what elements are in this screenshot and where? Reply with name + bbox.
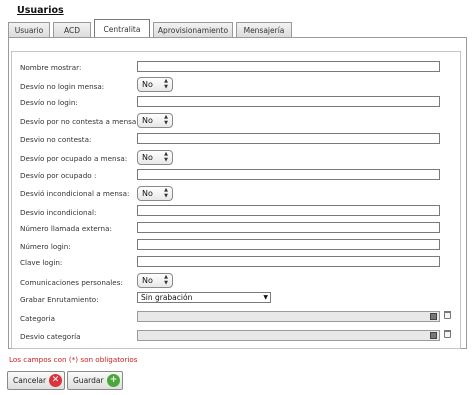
cancel-button-label: Cancelar xyxy=(13,376,47,385)
desvio-categoria-field xyxy=(137,330,440,341)
desvio-ocupado-mensa-select[interactable]: No ▲ ▼ xyxy=(137,150,173,165)
cancel-icon: ✕ xyxy=(49,374,62,387)
grabar-enrutamiento-select[interactable]: Sin grabación ▼ xyxy=(137,292,271,303)
nombre-mostrar-label: Nombre mostrar: xyxy=(20,63,82,72)
desvio-no-contesta-field[interactable] xyxy=(137,133,440,144)
clave-login-field[interactable] xyxy=(137,256,440,267)
desvio-no-login-mensa-select[interactable]: No ▲ ▼ xyxy=(137,77,173,92)
nombre-mostrar-field[interactable] xyxy=(137,61,440,72)
tab-aprovisionamiento[interactable]: Aprovisionamiento xyxy=(153,22,233,37)
categoria-label: Categoria xyxy=(20,314,55,323)
trash-icon[interactable] xyxy=(444,330,451,338)
trash-icon[interactable] xyxy=(444,311,451,319)
grabar-enrutamiento-value: Sin grabación xyxy=(141,293,193,302)
tab-centralita[interactable]: Centralita xyxy=(94,19,150,38)
page-title: Usuarios xyxy=(17,5,64,16)
save-button[interactable]: Guardar + xyxy=(67,371,123,390)
chevron-down-icon: ▼ xyxy=(263,294,268,301)
desvio-incondicional-mensa-value: No xyxy=(142,189,153,198)
stepper-icon: ▲ ▼ xyxy=(164,114,168,126)
tab-mensajeria[interactable]: Mensajería xyxy=(236,22,292,37)
categoria-field xyxy=(137,311,440,322)
save-button-label: Guardar xyxy=(73,376,104,385)
picker-icon[interactable] xyxy=(430,313,437,320)
stepper-icon: ▲ ▼ xyxy=(164,187,168,199)
tab-acd[interactable]: ACD xyxy=(53,22,91,37)
numero-llamada-externa-field[interactable] xyxy=(137,222,440,233)
desvio-incondicional-mensa-label: Desvió incondicional a mensa: xyxy=(20,189,130,198)
numero-login-field[interactable] xyxy=(137,239,440,250)
comunicaciones-personales-value: No xyxy=(142,276,153,285)
clave-login-label: Clave login: xyxy=(20,258,63,267)
cancel-button[interactable]: Cancelar ✕ xyxy=(7,371,65,390)
desvio-ocupado-mensa-label: Desvío por ocupado a mensa: xyxy=(20,154,128,163)
desvio-no-login-label: Desvío no login: xyxy=(20,98,78,107)
desvio-incondicional-field[interactable] xyxy=(137,205,440,216)
numero-login-label: Número login: xyxy=(20,242,71,251)
desvio-categoria-label: Desvio categoría xyxy=(20,332,81,341)
numero-llamada-externa-label: Número llamada externa: xyxy=(20,224,112,233)
save-icon: + xyxy=(107,374,120,387)
comunicaciones-personales-select[interactable]: No ▲ ▼ xyxy=(137,273,173,288)
required-fields-note: Los campos con (*) son obligatorios xyxy=(9,355,138,364)
desvio-no-contesta-label: Desvio no contesta: xyxy=(20,135,92,144)
desvio-ocupado-field[interactable] xyxy=(137,169,440,180)
desvio-no-login-mensa-label: Desvío no login mensa: xyxy=(20,82,105,91)
stepper-icon: ▲ ▼ xyxy=(164,78,168,90)
tab-usuario[interactable]: Usuario xyxy=(8,22,50,37)
picker-icon[interactable] xyxy=(430,332,437,339)
stepper-icon: ▲ ▼ xyxy=(164,274,168,286)
desvio-incondicional-label: Desvio incondicional: xyxy=(20,208,97,217)
desvio-incondicional-mensa-select[interactable]: No ▲ ▼ xyxy=(137,186,173,201)
grabar-enrutamiento-label: Grabar Enrutamiento: xyxy=(20,295,99,304)
desvio-no-contesta-mensa-value: No xyxy=(142,116,153,125)
desvio-no-login-field[interactable] xyxy=(137,96,440,107)
desvio-no-login-mensa-value: No xyxy=(142,80,153,89)
desvio-ocupado-label: Desvío por ocupado : xyxy=(20,171,97,180)
comunicaciones-personales-label: Comunicaciones personales: xyxy=(20,278,123,287)
desvio-no-contesta-mensa-label: Desvío por no contesta a mensa : xyxy=(20,117,141,126)
desvio-ocupado-mensa-value: No xyxy=(142,153,153,162)
stepper-icon: ▲ ▼ xyxy=(164,151,168,163)
desvio-no-contesta-mensa-select[interactable]: No ▲ ▼ xyxy=(137,113,173,128)
